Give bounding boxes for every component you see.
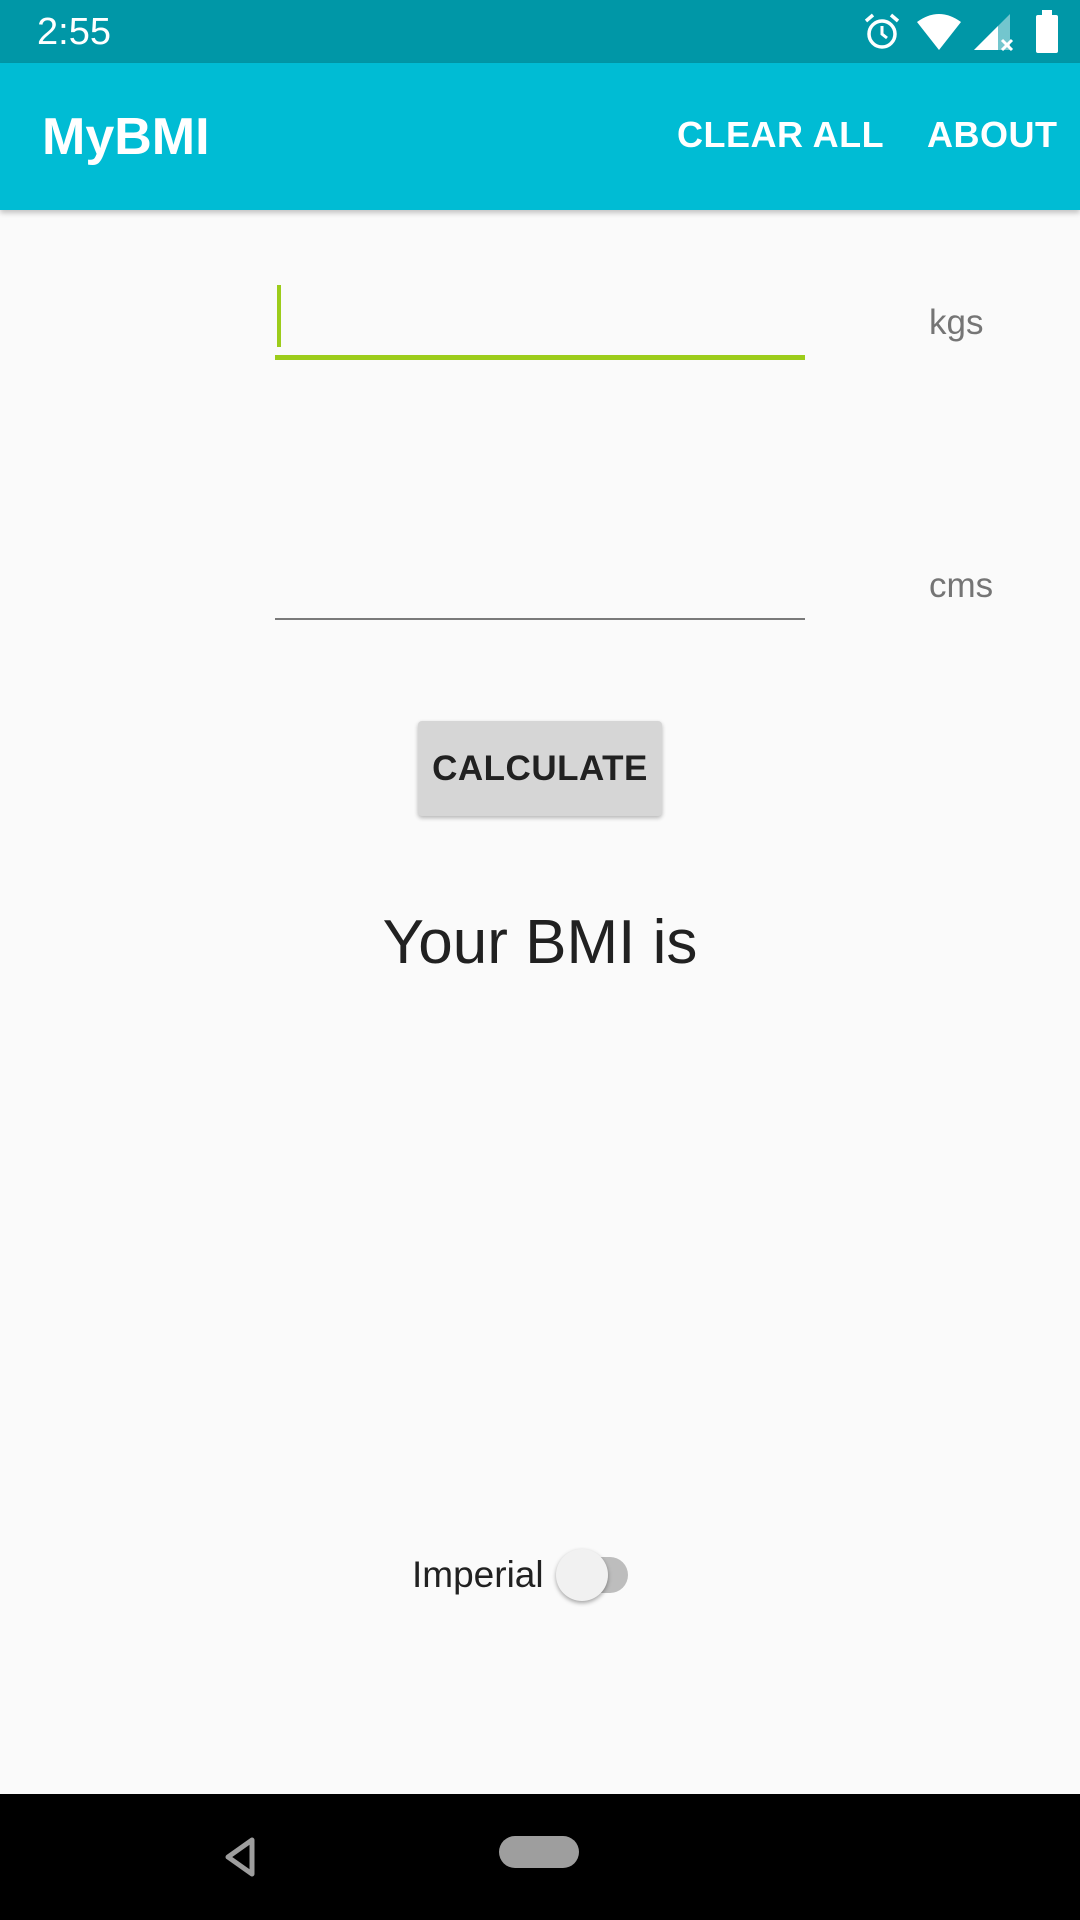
app-title: MyBMI [42, 108, 210, 166]
imperial-toggle-row: Imperial [412, 1548, 652, 1602]
battery-icon [1034, 10, 1060, 54]
switch-thumb [556, 1549, 608, 1601]
status-bar: 2:55 [0, 0, 1080, 63]
height-input-underline [275, 618, 805, 620]
signal-icon [972, 12, 1016, 52]
status-icons [820, 0, 1080, 63]
text-cursor [277, 285, 281, 347]
imperial-label: Imperial [412, 1554, 544, 1595]
alarm-icon [862, 12, 902, 52]
status-time: 2:55 [37, 11, 111, 53]
home-pill-icon[interactable] [499, 1836, 579, 1868]
wifi-icon [916, 12, 962, 52]
weight-unit-label: kgs [929, 303, 984, 342]
about-button[interactable]: ABOUT [927, 113, 1058, 157]
screen: 2:55 MyBMI CLEAR ALL ABOUT kgs cms CALCU… [0, 0, 1080, 1920]
height-input[interactable] [275, 540, 805, 620]
height-unit-label: cms [929, 566, 994, 605]
imperial-switch[interactable] [556, 1548, 640, 1602]
back-icon[interactable] [218, 1834, 264, 1880]
bmi-result-text: Your BMI is [382, 908, 698, 977]
clear-all-button[interactable]: CLEAR ALL [677, 113, 884, 157]
navigation-bar [0, 1794, 1080, 1920]
weight-input[interactable] [275, 280, 805, 360]
weight-input-underline [275, 355, 805, 360]
app-bar: MyBMI CLEAR ALL ABOUT [0, 63, 1080, 210]
calculate-button[interactable]: CALCULATE [418, 721, 662, 816]
